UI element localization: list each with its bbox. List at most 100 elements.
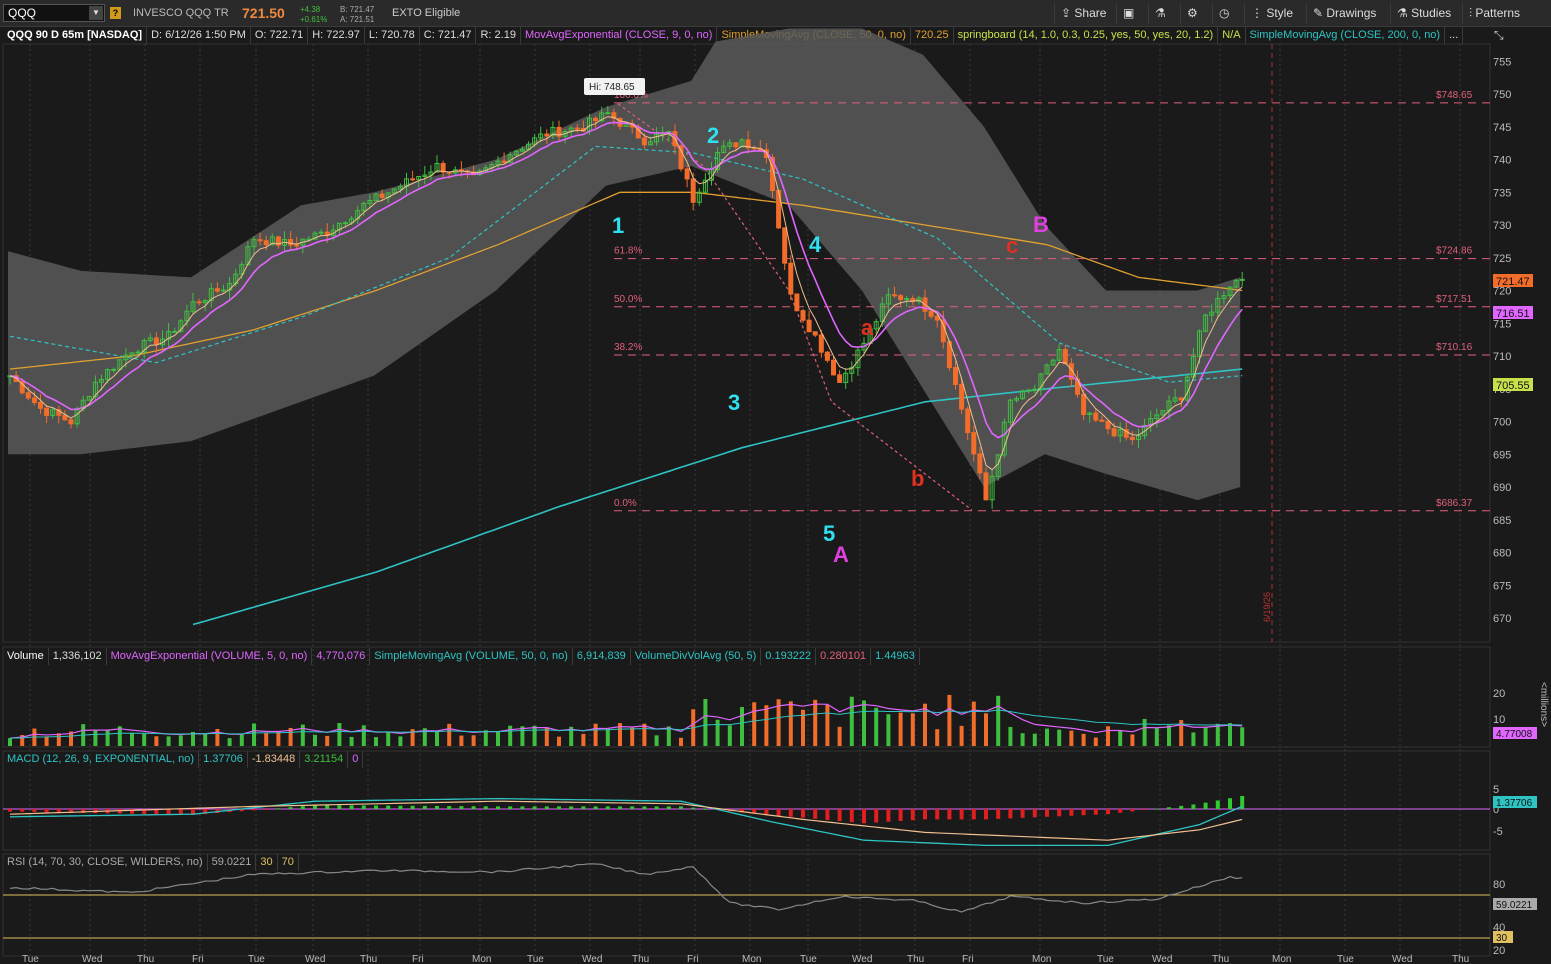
vdv-label[interactable]: VolumeDivVolAvg (50, 5) (631, 648, 762, 665)
wave-label-B[interactable]: B (1033, 212, 1049, 237)
volume-bar (93, 729, 98, 746)
candle (837, 370, 843, 383)
macd-hist-bar (996, 809, 1001, 819)
fib-level-price: $710.16 (1436, 342, 1473, 353)
fib-level-price: $748.65 (1436, 90, 1473, 101)
fib-level-pct: 61.8% (614, 246, 642, 257)
price-axis-label: 725 (1493, 253, 1511, 265)
volume-bar (837, 726, 842, 746)
macd-hist-bar (1179, 805, 1184, 809)
macd-label[interactable]: MACD (12, 26, 9, EXPONENTIAL, no) (3, 751, 200, 768)
macd-value-3: 3.21154 (300, 751, 349, 768)
chart-canvas[interactable]: 100.0% $748.6561.8% $724.8650.0% $717.5138.… (0, 0, 1551, 964)
volume-bar (447, 723, 452, 746)
volume-bar (276, 731, 281, 746)
volume-bar (825, 704, 830, 746)
volume-bar (386, 731, 391, 746)
volume-header: Volume 1,336,102 MovAvgExponential (VOLUME… (3, 648, 920, 665)
volume-value: 1,336,102 (49, 648, 107, 665)
volume-tag-text: 4.77008 (1496, 729, 1533, 740)
volume-axis-20: 20 (1493, 688, 1505, 700)
volume-bar (1057, 729, 1062, 746)
volume-bar (56, 733, 61, 746)
macd-tag-text: 1.37706 (1496, 798, 1533, 809)
macd-hist-bar (398, 805, 403, 809)
fib-level-price: $717.51 (1436, 294, 1473, 305)
macd-hist-bar (386, 805, 391, 809)
macd-hist-bar (44, 809, 49, 813)
macd-hist-bar (1069, 809, 1074, 816)
volume-bar (361, 725, 366, 746)
candle (800, 309, 806, 323)
macd-hist-bar (849, 809, 854, 823)
volume-bar (752, 702, 757, 746)
volume-bar (1240, 727, 1245, 746)
volume-bar (1020, 733, 1025, 746)
wave-label-4[interactable]: 4 (809, 232, 822, 257)
time-axis-label: Thu (137, 954, 154, 964)
price-axis-label: 690 (1493, 482, 1511, 494)
volume-sma-label[interactable]: SimpleMovingAvg (VOLUME, 50, 0, no) (370, 648, 573, 665)
time-axis-label: Tue (1097, 954, 1114, 964)
wave-label-a[interactable]: a (861, 315, 874, 340)
macd-hist-bar (1081, 809, 1086, 816)
candle (776, 189, 782, 230)
time-axis-label: Fri (962, 954, 974, 964)
macd-hist-bar (1118, 809, 1123, 813)
volume-bar (313, 734, 317, 746)
macd-value-4: 0 (348, 751, 364, 768)
macd-hist-bar (496, 806, 500, 809)
time-axis-label: Tue (248, 954, 265, 964)
macd-signal-line (9, 800, 1243, 841)
macd-hist-bar (984, 809, 988, 820)
volume-bar (1142, 718, 1147, 746)
volume-bar (1167, 725, 1171, 746)
price-axis-label: 745 (1493, 122, 1511, 134)
macd-hist-bar (886, 809, 891, 822)
macd-hist-bar (1215, 800, 1220, 809)
volume-bar (44, 736, 49, 746)
volume-sma-value: 6,914,839 (573, 648, 631, 665)
time-axis-label: Wed (1152, 954, 1172, 964)
macd-hist-bar (252, 809, 256, 811)
volume-bar (264, 732, 269, 746)
wave-label-1[interactable]: 1 (612, 213, 624, 238)
candle (702, 173, 708, 194)
volume-bar (703, 699, 708, 746)
macd-hist-bar (532, 806, 537, 809)
macd-hist-bar (654, 806, 659, 809)
time-axis-label: Wed (305, 954, 325, 964)
volume-bar (1008, 726, 1013, 746)
wave-label-3[interactable]: 3 (728, 390, 740, 415)
rsi-label[interactable]: RSI (14, 70, 30, CLOSE, WILDERS, no) (3, 854, 208, 871)
time-axis-label: Wed (852, 954, 872, 964)
price-axis-label: 695 (1493, 449, 1511, 461)
volume-bar (886, 714, 891, 746)
macd-hist-bar (1142, 809, 1147, 811)
volume-bar (483, 730, 488, 746)
time-axis-label: Thu (1212, 954, 1229, 964)
date-marker-label: 6/19/26 (1262, 592, 1272, 622)
wave-label-A[interactable]: A (833, 542, 849, 567)
volume-bars (8, 694, 1245, 746)
wave-label-2[interactable]: 2 (707, 123, 719, 148)
wave-label-b[interactable]: b (911, 466, 924, 491)
macd-header: MACD (12, 26, 9, EXPONENTIAL, no) 1.37706… (3, 751, 364, 768)
price-axis[interactable]: 7557507457407357307257207157107057006956… (1493, 56, 1511, 625)
time-axis-label: Mon (742, 954, 761, 964)
time-axis-label: Tue (22, 954, 39, 964)
candle (812, 331, 818, 338)
volume-bar (874, 707, 879, 746)
rsi-header: RSI (14, 70, 30, CLOSE, WILDERS, no) 59.0… (3, 854, 299, 871)
time-axis-label: Mon (472, 954, 491, 964)
macd-hist-bar (1191, 804, 1196, 809)
price-axis-label: 755 (1493, 56, 1511, 68)
volume-bar (349, 736, 354, 746)
volume-title[interactable]: Volume (3, 648, 49, 665)
volume-bar (1069, 730, 1074, 746)
time-axis-label: Fri (192, 954, 204, 964)
volume-ema-label[interactable]: MovAvgExponential (VOLUME, 5, 0, no) (107, 648, 313, 665)
macd-hist-bar (447, 806, 452, 809)
volume-bar (1203, 727, 1208, 746)
wave-label-c[interactable]: c (1006, 233, 1018, 258)
